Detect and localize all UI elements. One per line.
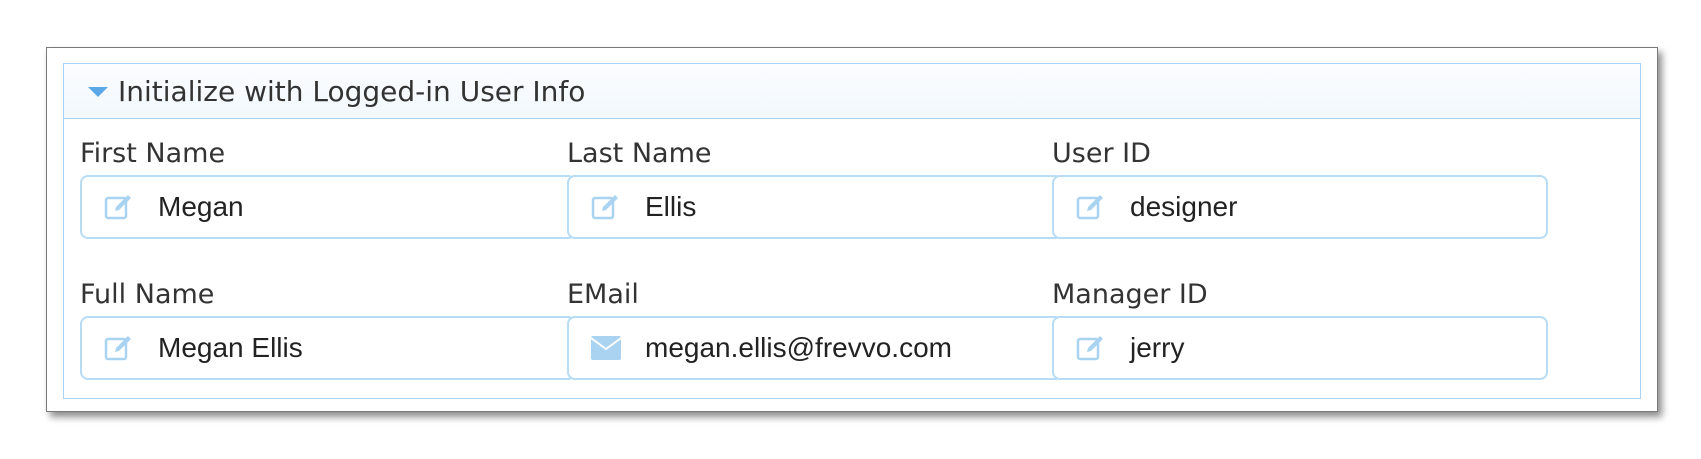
full-name-value: Megan Ellis [158,332,303,363]
email-input[interactable]: megan.ellis@frevvo.com [567,316,1063,380]
manager-id-field-group: Manager ID jerry [1052,277,1548,380]
edit-icon [589,190,623,224]
caret-down-icon[interactable] [88,87,108,97]
user-id-label: User ID [1052,138,1151,169]
first-name-value: Megan [158,191,244,222]
last-name-label: Last Name [567,138,712,169]
email-field-group: EMail megan.ellis@frevvo.com [567,277,1063,380]
full-name-input[interactable]: Megan Ellis [80,316,576,380]
last-name-input[interactable]: Ellis [567,175,1063,239]
manager-id-value: jerry [1130,332,1185,363]
manager-id-input[interactable]: jerry [1052,316,1548,380]
last-name-value: Ellis [645,191,697,222]
full-name-field-group: Full Name Megan Ellis [80,277,576,380]
user-info-section: Initialize with Logged-in User Info Firs… [63,63,1641,399]
first-name-field-group: First Name Megan [80,136,576,239]
email-label: EMail [567,279,639,310]
edit-icon [1074,331,1108,365]
section-title: Initialize with Logged-in User Info [118,74,586,108]
section-header[interactable]: Initialize with Logged-in User Info [64,64,1640,119]
user-id-field-group: User ID designer [1052,136,1548,239]
user-id-value: designer [1130,191,1238,222]
last-name-field-group: Last Name Ellis [567,136,1063,239]
user-id-input[interactable]: designer [1052,175,1548,239]
envelope-icon [589,331,623,365]
form-frame: Initialize with Logged-in User Info Firs… [46,47,1658,412]
edit-icon [1074,190,1108,224]
edit-icon [102,331,136,365]
manager-id-label: Manager ID [1052,279,1208,310]
full-name-label: Full Name [80,279,215,310]
email-value: megan.ellis@frevvo.com [645,332,952,363]
edit-icon [102,190,136,224]
first-name-label: First Name [80,138,226,169]
first-name-input[interactable]: Megan [80,175,576,239]
